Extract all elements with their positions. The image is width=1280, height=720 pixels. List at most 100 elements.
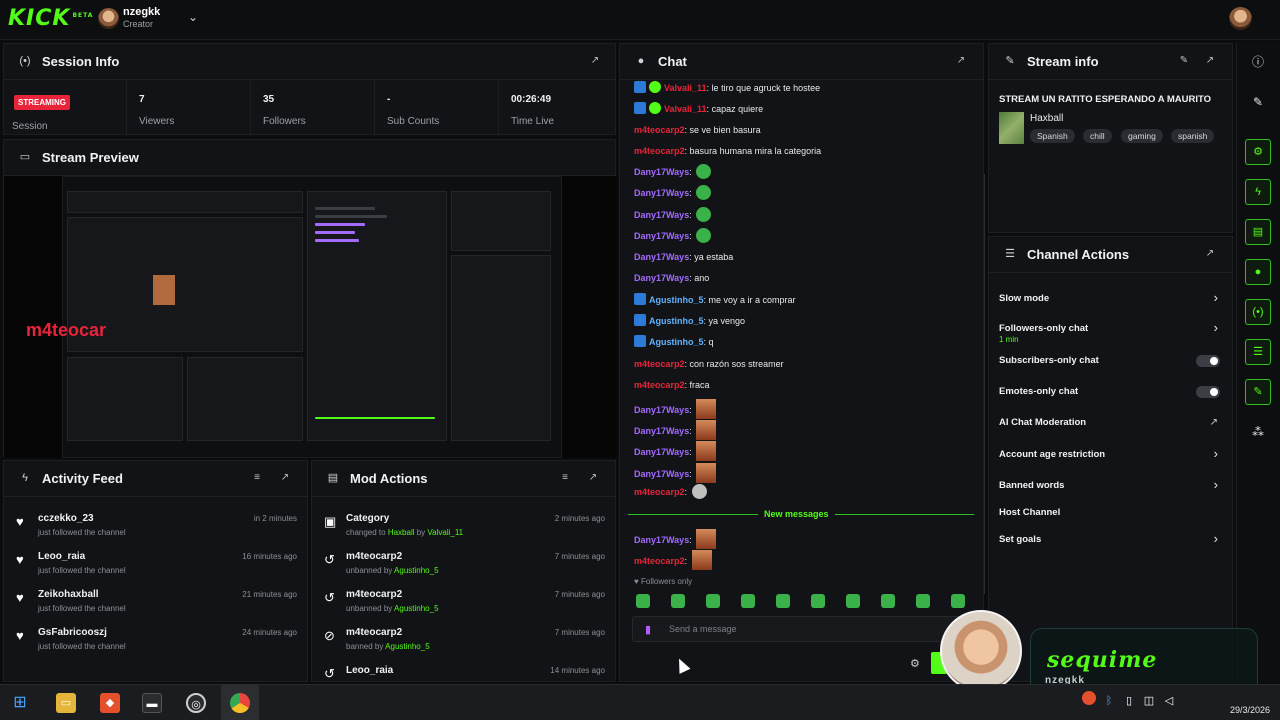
activity-username[interactable]: Zeikohaxball xyxy=(38,589,99,600)
file-explorer-icon[interactable]: ▭ xyxy=(56,693,76,713)
chat-username[interactable]: Dany17Ways xyxy=(634,167,689,177)
network-icon[interactable]: ◫ xyxy=(1142,691,1156,707)
channel-action-row[interactable]: Account age restriction › xyxy=(989,441,1234,471)
kick-logo[interactable]: KICK BETA xyxy=(8,6,93,31)
chat-username[interactable]: Agustinho_5 xyxy=(649,295,704,305)
info-icon[interactable]: ⓘ xyxy=(1245,49,1271,75)
taskbar-clock[interactable]: 29/3/2026 xyxy=(1230,705,1270,715)
gear-icon[interactable]: ⚙ xyxy=(910,657,920,670)
category-name[interactable]: Haxball xyxy=(1030,113,1063,124)
tray-app-icon[interactable] xyxy=(1082,691,1096,705)
mod-action-row[interactable]: ↺ m4teocarp2 unbanned by Agustinho_5 7 minu… xyxy=(312,581,617,619)
chat-username[interactable]: m4teocarp2 xyxy=(634,380,685,390)
filter-icon[interactable]: ≡ xyxy=(559,472,571,484)
mic-icon[interactable]: ▮ xyxy=(645,623,651,636)
chevron-right-icon[interactable]: › xyxy=(1214,320,1218,335)
external-link-icon[interactable]: ↗ xyxy=(1210,417,1218,428)
chat-username[interactable]: Agustinho_5 xyxy=(649,316,704,326)
tag[interactable]: Spanish xyxy=(1030,129,1075,143)
emote-picker-icon[interactable] xyxy=(811,594,825,608)
clipboard-icon[interactable]: ▤ xyxy=(1245,219,1271,245)
chat-username[interactable]: Dany17Ways xyxy=(634,535,689,545)
channel-action-row[interactable]: Banned words › xyxy=(989,472,1234,502)
chrome-icon[interactable] xyxy=(230,693,250,713)
chat-username[interactable]: Dany17Ways xyxy=(634,231,689,241)
emote-picker-icon[interactable] xyxy=(846,594,860,608)
chat-username[interactable]: m4teocarp2 xyxy=(634,487,685,497)
emote-picker-icon[interactable] xyxy=(776,594,790,608)
chat-username[interactable]: m4teocarp2 xyxy=(634,556,685,566)
popout-icon[interactable]: ↗ xyxy=(279,472,291,484)
chevron-right-icon[interactable]: › xyxy=(1214,290,1218,305)
chat-username[interactable]: m4teocarp2 xyxy=(634,125,685,135)
wrench-icon[interactable]: ✎ xyxy=(1245,379,1271,405)
chat-username[interactable]: m4teocarp2 xyxy=(634,359,685,369)
battery-icon[interactable]: ▯ xyxy=(1122,691,1136,707)
windows-start-icon[interactable]: ⊞ xyxy=(10,693,30,713)
nodes-icon[interactable]: ⁂ xyxy=(1245,419,1271,445)
mod-action-target[interactable]: m4teocarp2 xyxy=(346,627,402,638)
activity-row[interactable]: ♥ Zeikohaxball just followed the channel 21… xyxy=(4,581,309,619)
broadcast-icon[interactable]: (•) xyxy=(1245,299,1271,325)
emote-picker-icon[interactable] xyxy=(951,594,965,608)
chat-username[interactable]: Dany17Ways xyxy=(634,447,689,457)
bluetooth-icon[interactable]: ᛒ xyxy=(1102,691,1116,707)
activity-username[interactable]: cczekko_23 xyxy=(38,513,94,524)
chat-username[interactable]: Dany17Ways xyxy=(634,188,689,198)
activity-username[interactable]: Leoo_raia xyxy=(38,551,85,562)
popout-icon[interactable]: ↗ xyxy=(1204,55,1216,67)
channel-action-row[interactable]: Subscribers-only chat xyxy=(989,347,1234,377)
channel-action-row[interactable]: Set goals › xyxy=(989,526,1234,556)
channel-action-row[interactable]: Followers-only chat 1 min › xyxy=(989,315,1234,345)
popout-icon[interactable]: ↗ xyxy=(955,55,967,67)
mod-action-target[interactable]: m4teocarp2 xyxy=(346,551,402,562)
tag[interactable]: spanish xyxy=(1171,129,1215,143)
chat-username[interactable]: Agustinho_5 xyxy=(649,337,704,347)
mod-action-target[interactable]: Category xyxy=(346,513,389,524)
tag[interactable]: gaming xyxy=(1121,129,1163,143)
emote-picker-icon[interactable] xyxy=(636,594,650,608)
preview-video[interactable]: m4teocar xyxy=(4,176,617,458)
popout-icon[interactable]: ↗ xyxy=(1204,248,1216,260)
emote-picker-icon[interactable] xyxy=(881,594,895,608)
bolt-icon[interactable]: ϟ xyxy=(1245,179,1271,205)
chat-username[interactable]: Dany17Ways xyxy=(634,469,689,479)
activity-row[interactable]: ♥ Leoo_raia just followed the channel 16 mi… xyxy=(4,543,309,581)
chat-bubble-icon[interactable]: ● xyxy=(1245,259,1271,285)
channel-action-row[interactable]: Host Channel xyxy=(989,499,1234,529)
mod-action-row[interactable]: ▣ Category changed to Haxball by Valvali_1… xyxy=(312,505,617,543)
activity-row[interactable]: ♥ cczekko_23 just followed the channel in 2… xyxy=(4,505,309,543)
edit-pencil-icon[interactable]: ✎ xyxy=(1178,55,1190,67)
filter-icon[interactable]: ≡ xyxy=(251,472,263,484)
mod-action-row[interactable]: ⊘ m4teocarp2 banned by Agustinho_5 7 minute… xyxy=(312,619,617,657)
avatar[interactable] xyxy=(98,8,119,29)
chevron-right-icon[interactable]: › xyxy=(1214,477,1218,492)
mod-action-target[interactable]: Leoo_raia xyxy=(346,665,393,676)
tag[interactable]: chill xyxy=(1083,129,1112,143)
obs-icon[interactable]: ◎ xyxy=(186,693,206,713)
settings-icon[interactable]: ⚙ xyxy=(1245,139,1271,165)
emote-picker-icon[interactable] xyxy=(916,594,930,608)
terminal-icon[interactable]: ▬ xyxy=(142,693,162,713)
toggle-switch[interactable] xyxy=(1196,386,1220,398)
chat-scrollbar[interactable] xyxy=(984,174,985,594)
chat-username[interactable]: Dany17Ways xyxy=(634,252,689,262)
channel-action-row[interactable]: Slow mode › xyxy=(989,285,1234,315)
new-messages-label[interactable]: New messages xyxy=(758,509,835,519)
emote-picker-icon[interactable] xyxy=(671,594,685,608)
channel-action-row[interactable]: AI Chat Moderation ↗ xyxy=(989,409,1234,439)
toggle-switch[interactable] xyxy=(1196,355,1220,367)
chat-username[interactable]: Valvali_11 xyxy=(664,104,707,114)
chat-username[interactable]: Dany17Ways xyxy=(634,426,689,436)
brave-browser-icon[interactable]: ◆ xyxy=(100,693,120,713)
activity-row[interactable]: ♥ GsFabricooszj just followed the channel 2… xyxy=(4,619,309,657)
mod-action-row[interactable]: ↺ m4teocarp2 unbanned by Agustinho_5 7 minu… xyxy=(312,543,617,581)
chevron-down-icon[interactable]: ⌄ xyxy=(188,10,198,24)
activity-username[interactable]: GsFabricooszj xyxy=(38,627,107,638)
chevron-right-icon[interactable]: › xyxy=(1214,446,1218,461)
popout-icon[interactable]: ↗ xyxy=(589,55,601,67)
server-icon[interactable]: ☰ xyxy=(1245,339,1271,365)
emote-picker-icon[interactable] xyxy=(706,594,720,608)
chat-username[interactable]: Valvali_11 xyxy=(664,83,707,93)
chat-username[interactable]: m4teocarp2 xyxy=(634,146,685,156)
